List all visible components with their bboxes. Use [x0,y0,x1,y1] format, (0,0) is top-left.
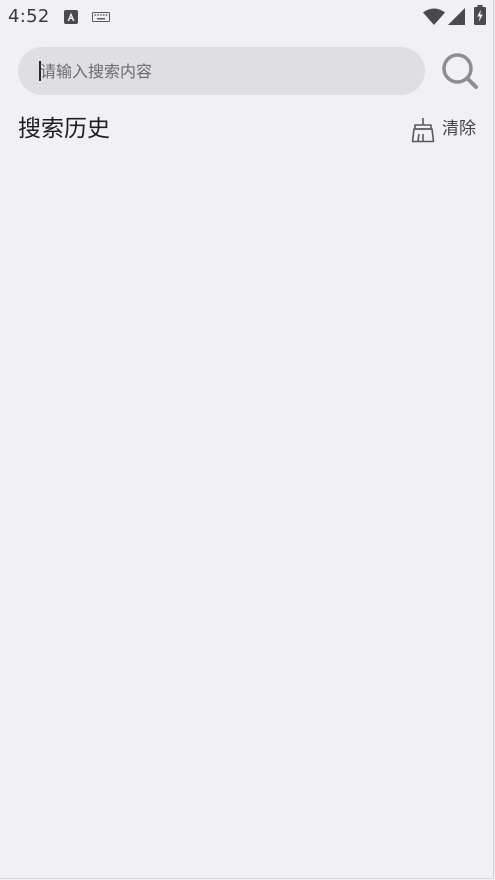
search-screen: 4:52 请输入搜索内容 搜索历史 清除 [0,0,494,879]
search-input[interactable] [40,47,410,95]
wifi-icon [423,8,445,25]
clear-history-button[interactable]: 清除 [410,115,480,143]
search-history-title: 搜索历史 [18,116,110,142]
search-box[interactable] [18,47,425,95]
search-button[interactable] [440,51,480,91]
search-history-list [18,160,478,860]
broom-icon [411,118,435,143]
status-bar: 4:52 [0,0,493,34]
battery-charging-icon [474,5,486,25]
text-caret [39,61,41,81]
signal-icon [448,8,465,25]
keyboard-icon [92,12,110,22]
app-notification-icon [64,10,78,24]
clear-history-label: 清除 [442,119,476,139]
search-icon [442,53,478,89]
status-time: 4:52 [8,6,50,27]
